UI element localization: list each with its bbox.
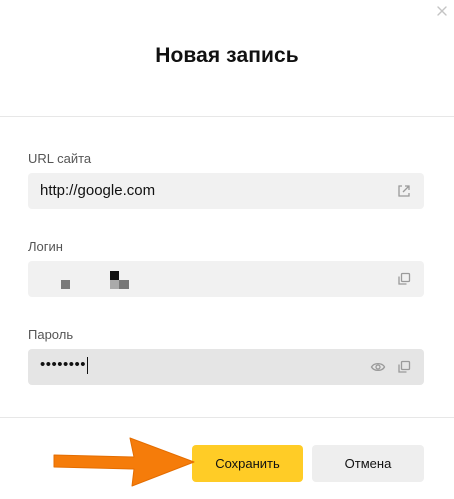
url-value: http://google.com (40, 182, 156, 199)
text-caret (87, 356, 89, 374)
show-password-button[interactable] (370, 359, 386, 375)
password-masked-text: •••••••• (40, 356, 87, 373)
redacted-login-block (119, 280, 129, 289)
url-field[interactable]: http://google.com (28, 173, 424, 209)
login-label: Логин (28, 239, 63, 254)
password-value: •••••••• (40, 356, 89, 374)
pointer-arrow-icon (53, 437, 195, 487)
save-button[interactable]: Сохранить (192, 445, 303, 482)
copy-icon (398, 272, 411, 285)
close-button[interactable] (434, 3, 450, 19)
redacted-login-block (110, 280, 119, 289)
new-entry-dialog: Новая запись URL сайта http://google.com… (0, 0, 454, 499)
url-label: URL сайта (28, 151, 92, 166)
footer-divider (0, 417, 454, 418)
open-external-button[interactable] (396, 183, 412, 199)
redacted-login-block (110, 271, 119, 280)
header-divider (0, 116, 454, 117)
redacted-login-block (61, 280, 70, 289)
eye-icon (370, 362, 386, 372)
copy-icon (398, 360, 411, 373)
dialog-title: Новая запись (155, 44, 299, 67)
open-external-icon (398, 185, 410, 197)
password-label: Пароль (28, 327, 74, 342)
copy-login-button[interactable] (396, 271, 412, 287)
cancel-button[interactable]: Отмена (312, 445, 424, 482)
close-icon (437, 6, 447, 16)
password-field[interactable]: •••••••• (28, 349, 424, 385)
login-field[interactable] (28, 261, 424, 297)
copy-password-button[interactable] (396, 359, 412, 375)
